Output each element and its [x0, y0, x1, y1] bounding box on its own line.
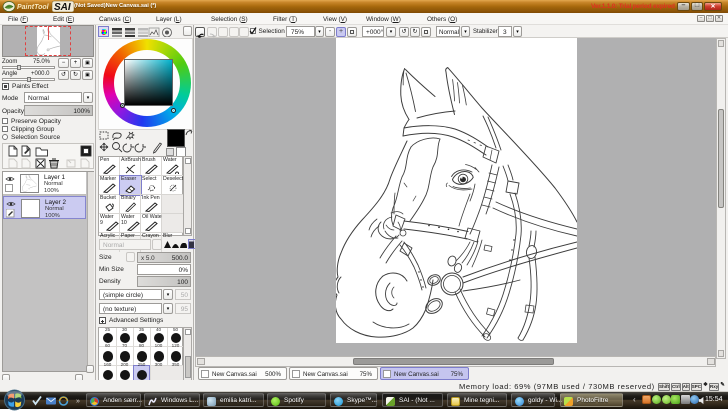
svg-text:SAI: SAI	[54, 2, 71, 13]
svg-text:»: »	[76, 398, 80, 405]
svg-text:PaintTool: PaintTool	[17, 4, 50, 11]
